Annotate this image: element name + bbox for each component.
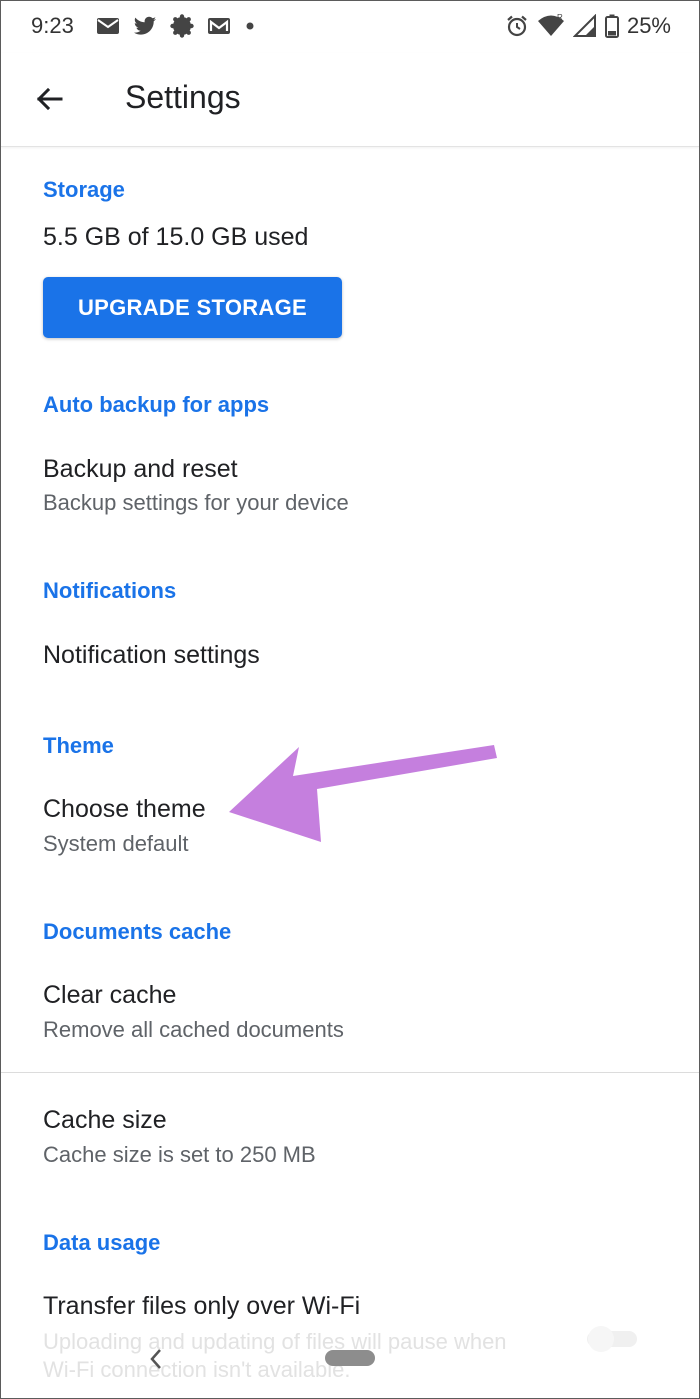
divider <box>1 1072 699 1073</box>
section-header-storage: Storage <box>43 177 125 202</box>
alarm-icon <box>507 15 527 37</box>
backup-title: Backup and reset <box>43 455 238 483</box>
section-header-data-usage: Data usage <box>43 1230 161 1255</box>
wifi-only-subtitle-line1: Uploading and updating of files will pau… <box>43 1329 507 1354</box>
app-screen: 9:23 R 25% Settings Storage 5.5 GB of 15… <box>0 0 700 1399</box>
wifi-icon: R <box>537 14 564 36</box>
page-title: Settings <box>125 79 241 115</box>
status-time: 9:23 <box>31 13 74 38</box>
gear-badge-icon <box>170 14 194 38</box>
status-bar: 9:23 R 25% <box>1 1 699 53</box>
signal-roaming-icon <box>572 14 596 37</box>
nav-back-icon[interactable] <box>147 1347 165 1371</box>
choose-theme-subtitle: System default <box>43 831 189 856</box>
wifi-only-toggle[interactable] <box>583 1323 641 1353</box>
wifi-only-title: Transfer files only over Wi-Fi <box>43 1292 361 1320</box>
mail-icon <box>97 18 119 34</box>
storage-usage: 5.5 GB of 15.0 GB used <box>43 223 309 251</box>
gmail-icon <box>208 18 230 34</box>
dot-icon <box>246 22 254 30</box>
svg-text:R: R <box>557 14 563 22</box>
upgrade-storage-button[interactable]: UPGRADE STORAGE <box>43 277 342 338</box>
section-header-notifications: Notifications <box>43 578 177 603</box>
notification-settings-title: Notification settings <box>43 641 260 669</box>
wifi-only-subtitle-line2: Wi-Fi connection isn't available. <box>43 1357 351 1382</box>
system-icons: R 25% <box>505 13 671 39</box>
battery-percent: 25% <box>626 13 671 38</box>
annotation-arrow-icon <box>229 745 497 842</box>
battery-icon <box>604 14 619 38</box>
arrow-back-icon[interactable] <box>29 79 69 119</box>
section-header-documents-cache: Documents cache <box>43 919 232 944</box>
choose-theme-title: Choose theme <box>43 795 206 823</box>
nav-home-pill[interactable] <box>325 1350 375 1366</box>
section-header-theme: Theme <box>43 733 114 758</box>
section-header-backup: Auto backup for apps <box>43 392 270 417</box>
twitter-icon <box>134 16 156 35</box>
clear-cache-subtitle: Remove all cached documents <box>43 1017 344 1042</box>
cache-size-title: Cache size <box>43 1106 167 1134</box>
app-bar: Settings <box>1 53 699 147</box>
notification-icons <box>96 14 256 38</box>
cache-size-subtitle: Cache size is set to 250 MB <box>43 1142 316 1167</box>
backup-subtitle: Backup settings for your device <box>43 490 349 515</box>
clear-cache-title: Clear cache <box>43 981 177 1009</box>
